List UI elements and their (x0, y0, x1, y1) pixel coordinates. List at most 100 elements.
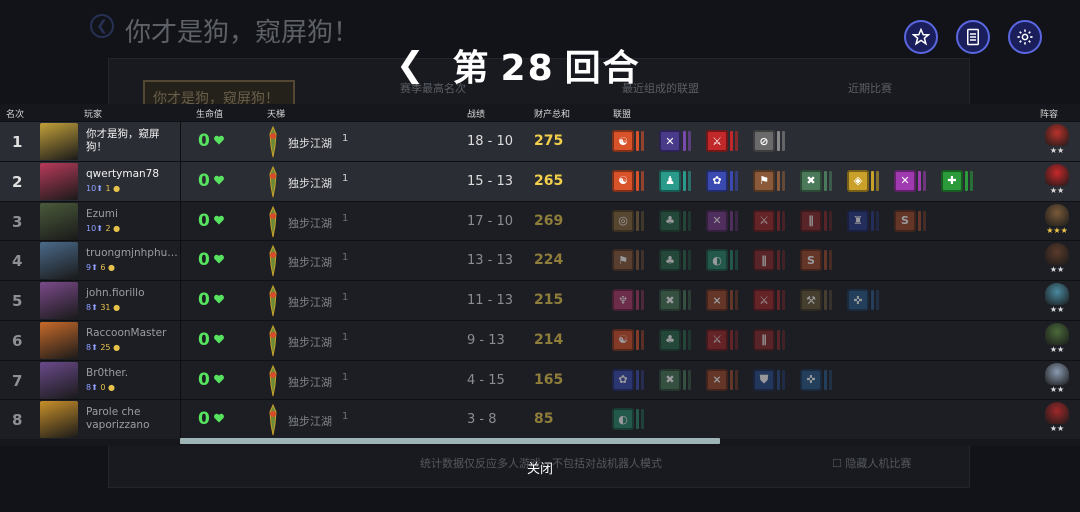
player-stats: 9⬆ 6 ● (86, 263, 115, 273)
player-stats: 10⬆ 2 ● (86, 223, 121, 233)
alliance-badge[interactable]: ⨯ (706, 289, 738, 311)
lineup-hero[interactable]: ★★ (1041, 243, 1073, 279)
alliance-list: ✿ ✖ ⨯ ⛊ ✜ (612, 368, 847, 391)
player-name[interactable]: john.fiorillo (86, 287, 178, 300)
table-row[interactable]: 8 Parole che vaporizzano 0 独步江湖 1 3 - 8 85 ◐ ★★ (0, 399, 1080, 439)
alliance-badge[interactable]: ✖ (659, 368, 691, 391)
total-wealth: 269 (534, 212, 564, 229)
alliance-badge[interactable]: ✿ (706, 169, 738, 192)
table-row[interactable]: 2 qwertyman78 10⬆ 1 ● 0 独步江湖 1 15 - 13 265 ☯ ♟ ✿ ⚑ ✖… (0, 160, 1080, 201)
alliance-level-bar (829, 250, 832, 271)
alliance-badge[interactable]: ✕ (659, 130, 691, 152)
alliance-badge[interactable]: S (800, 249, 832, 272)
alliance-badge[interactable]: ⚔ (753, 289, 785, 311)
player-name[interactable]: Ezumi (86, 208, 178, 221)
alliance-level-bar (688, 131, 691, 151)
rank-cell: 1 (12, 133, 23, 151)
player-name[interactable]: Parole che vaporizzano (86, 406, 178, 432)
document-button[interactable] (956, 20, 990, 54)
horizontal-scrollbar[interactable] (180, 438, 720, 444)
alliance-badge[interactable]: ◐ (612, 408, 644, 431)
alliance-badge[interactable]: ⚔ (706, 328, 738, 351)
ladder-tier: 独步江湖 (288, 137, 332, 150)
alliance-badge[interactable]: ✿ (612, 368, 644, 391)
table-row[interactable]: 1 你才是狗，窥屏狗！ 0 独步江湖 1 18 - 10 275 ☯ ✕ ⚔ ⊘ ★★ (0, 121, 1080, 161)
alliance-badge[interactable]: S (894, 209, 926, 232)
lineup-hero[interactable]: ★★ (1041, 402, 1073, 438)
alliance-badge[interactable]: ♣ (659, 249, 691, 272)
alliance-badge[interactable]: ∥ (753, 249, 785, 272)
ladder-tier: 独步江湖 (288, 216, 332, 230)
alliance-badge[interactable]: ◐ (706, 249, 738, 272)
column-alliances: 联盟 (613, 110, 632, 120)
alliance-badge[interactable]: ☯ (612, 169, 644, 192)
alliance-level-bar (782, 250, 785, 271)
alliance-badge[interactable]: ♣ (659, 209, 691, 232)
player-name[interactable]: qwertyman78 (86, 168, 178, 181)
column-divider (180, 281, 181, 320)
alliance-badge[interactable]: ✖ (800, 169, 832, 192)
alliance-badge[interactable]: ⚑ (753, 169, 785, 192)
alliance-level-bar (782, 170, 785, 191)
favorite-button[interactable] (904, 20, 938, 54)
alliance-badge[interactable]: ♟ (659, 169, 691, 192)
alliance-level-bar (965, 170, 968, 191)
alliance-badge[interactable]: ∥ (800, 209, 832, 232)
total-wealth: 165 (534, 371, 564, 388)
settings-button[interactable] (1008, 20, 1042, 54)
table-row[interactable]: 6 RaccoonMaster 8⬆ 25 ● 0 独步江湖 1 9 - 13 214 ☯ ♣ ⚔ ∥… (0, 319, 1080, 360)
table-row[interactable]: 5 john.fiorillo 8⬆ 31 ● 0 独步江湖 1 11 - 13 215 ♆ ✖ ⨯… (0, 280, 1080, 320)
player-name[interactable]: RaccoonMaster (86, 327, 178, 340)
alliance-badge[interactable]: ♜ (847, 209, 879, 232)
alliance-level-bar (829, 369, 832, 390)
alliance-badge[interactable]: ⊘ (753, 130, 785, 152)
alliance-badge[interactable]: ⛊ (753, 368, 785, 391)
lineup-hero[interactable]: ★★ (1041, 163, 1073, 200)
alliance-level-bar (688, 250, 691, 271)
total-wealth: 224 (534, 252, 564, 269)
alliance-badge[interactable]: ∥ (753, 328, 785, 351)
lineup-hero[interactable]: ★★★ (1041, 203, 1073, 240)
close-button[interactable]: 关闭 (518, 458, 562, 478)
table-row[interactable]: 3 Ezumi 10⬆ 2 ● 0 独步江湖 1 17 - 10 269 ◎ ♣ ✕ ⚔ ∥ ♜ S ★★★ (0, 200, 1080, 241)
alliance-badge[interactable]: ✜ (800, 368, 832, 391)
alliance-badge[interactable]: ✕ (706, 209, 738, 232)
alliance-badge[interactable]: ⨯ (706, 368, 738, 391)
alliance-badge[interactable]: ◈ (847, 169, 879, 192)
alliance-icon: ☯ (612, 328, 634, 351)
player-name[interactable]: Br0ther. (86, 367, 178, 380)
alliance-badge[interactable]: ♣ (659, 328, 691, 351)
alliance-badge[interactable]: ⚔ (753, 209, 785, 232)
player-name[interactable]: truongmjnhphu… (86, 247, 178, 260)
alliance-badge[interactable]: ♆ (612, 289, 644, 311)
table-row[interactable]: 4 truongmjnhphu… 9⬆ 6 ● 0 独步江湖 1 13 - 13 224 ⚑ ♣ ◐… (0, 240, 1080, 280)
alliance-badge[interactable]: ◎ (612, 209, 644, 232)
ladder-rank: 1 (342, 252, 349, 264)
table-row[interactable]: 7 Br0ther. 8⬆ 0 ● 0 独步江湖 1 4 - 15 165 ✿ ✖ ⨯ ⛊ ✜ ★★ (0, 359, 1080, 400)
alliance-level-bar (735, 170, 738, 191)
previous-round-button[interactable]: ❮ (396, 45, 425, 85)
hero-stars: ★★ (1049, 424, 1065, 434)
alliance-level-bar (782, 210, 785, 231)
heart-icon (214, 374, 224, 383)
alliance-badge[interactable]: ✖ (659, 289, 691, 311)
win-loss-record: 18 - 10 (467, 134, 514, 149)
alliance-badge[interactable]: ☯ (612, 130, 644, 152)
lineup-hero[interactable]: ★★ (1041, 362, 1073, 399)
alliance-badge[interactable]: ⚑ (612, 249, 644, 272)
alliance-badge[interactable]: ✚ (941, 169, 973, 192)
alliance-badge[interactable]: ✜ (847, 289, 879, 311)
player-name[interactable]: 你才是狗，窥屏狗！ (86, 128, 178, 154)
lineup-hero[interactable]: ★★ (1041, 322, 1073, 359)
alliance-badge[interactable]: ⚔ (706, 130, 738, 152)
ladder-rank: 1 (342, 411, 349, 423)
heart-icon (214, 175, 224, 185)
lineup-hero[interactable]: ★★ (1041, 124, 1073, 160)
alliance-badge[interactable]: ✕ (894, 169, 926, 192)
alliance-badge[interactable]: ⚒ (800, 289, 832, 311)
lineup-hero[interactable]: ★★ (1041, 283, 1073, 319)
alliance-badge[interactable]: ☯ (612, 328, 644, 351)
avatar (40, 202, 78, 240)
alliance-icon: ⛊ (753, 368, 775, 391)
alliance-level-bar (730, 290, 733, 310)
